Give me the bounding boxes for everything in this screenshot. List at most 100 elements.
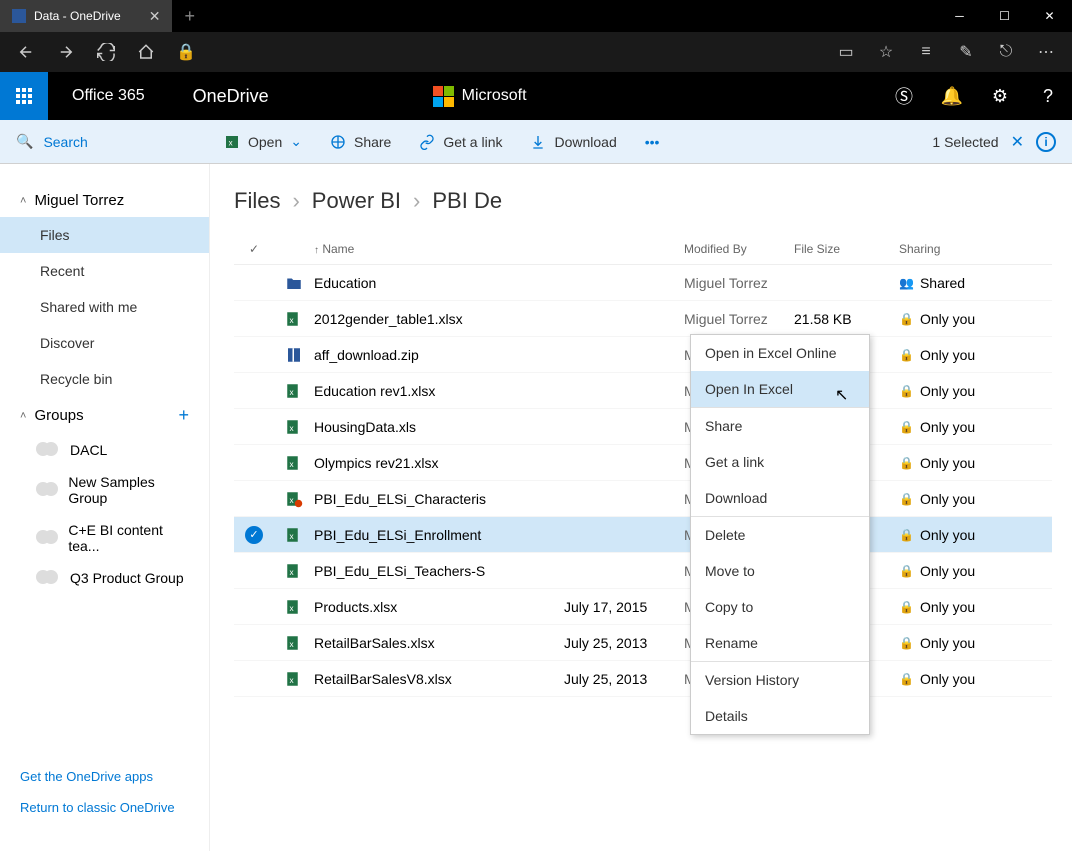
tab-close-icon[interactable]: ✕ (149, 8, 161, 25)
column-header-modified[interactable] (564, 242, 684, 256)
people-icon: 👥 (899, 276, 914, 290)
share-button[interactable]: Share (316, 120, 405, 164)
forward-button[interactable] (48, 34, 84, 70)
table-row[interactable]: xEducation rev1.xlsxMiguel Torrez32.75 M… (234, 373, 1052, 409)
sidebar-group-item[interactable]: Q3 Product Group (0, 562, 209, 594)
app-name-label[interactable]: OneDrive (169, 86, 293, 107)
table-row[interactable]: xRetailBarSales.xlsxJuly 25, 2013Miguel … (234, 625, 1052, 661)
file-name[interactable]: aff_download.zip (314, 347, 564, 363)
back-button[interactable] (8, 34, 44, 70)
sidebar-item[interactable]: Shared with me (0, 289, 209, 325)
table-row[interactable]: xProducts.xlsxJuly 17, 2015Miguel Torrez… (234, 589, 1052, 625)
breadcrumb-item[interactable]: Power BI (312, 188, 401, 214)
sidebar-user-header[interactable]: ˄ Miguel Torrez (0, 184, 209, 217)
file-name[interactable]: Products.xlsx (314, 599, 564, 615)
row-checkbox[interactable]: ✓ (234, 526, 274, 544)
column-header-sharing[interactable]: Sharing (899, 242, 1052, 256)
table-row[interactable]: xPBI_Edu_ELSi_CharacterisMiguel Torrez1.… (234, 481, 1052, 517)
table-row[interactable]: aff_download.zipMiguel Torrez1.5 MB🔒 Onl… (234, 337, 1052, 373)
open-button[interactable]: x Open ⌄ (210, 120, 316, 164)
share-browser-icon[interactable]: ⎋ (988, 34, 1024, 70)
sidebar-group-item[interactable]: DACL (0, 434, 209, 466)
more-commands-button[interactable]: ••• (631, 120, 674, 164)
sidebar-item[interactable]: Recent (0, 253, 209, 289)
file-name[interactable]: PBI_Edu_ELSi_Characteris (314, 491, 564, 507)
settings-gear-icon[interactable]: ⚙ (976, 72, 1024, 120)
favorite-icon[interactable]: ☆ (868, 34, 904, 70)
table-row[interactable]: x2012gender_table1.xlsxMiguel Torrez21.5… (234, 301, 1052, 337)
home-button[interactable] (128, 34, 164, 70)
table-row[interactable]: xRetailBarSalesV8.xlsxJuly 25, 2013Migue… (234, 661, 1052, 697)
skype-icon[interactable]: Ⓢ (880, 72, 928, 120)
getlink-button[interactable]: Get a link (405, 120, 516, 164)
sidebar-item[interactable]: Recycle bin (0, 361, 209, 397)
minimize-button[interactable]: ─ (937, 0, 982, 32)
table-row[interactable]: xHousingData.xlsMiguel Torrez1.6 MB🔒 Onl… (234, 409, 1052, 445)
notifications-icon[interactable]: 🔔 (928, 72, 976, 120)
file-name[interactable]: RetailBarSales.xlsx (314, 635, 564, 651)
sidebar-item[interactable]: Discover (0, 325, 209, 361)
context-menu-item[interactable]: Download (691, 480, 869, 516)
search-input[interactable]: 🔍 Search (0, 120, 210, 164)
hub-icon[interactable]: ≡ (908, 34, 944, 70)
column-header-modifiedby[interactable]: Modified By (684, 242, 794, 256)
context-menu-item[interactable]: Move to (691, 553, 869, 589)
clear-selection-button[interactable]: ✕ (1011, 132, 1024, 152)
context-menu-item[interactable]: Share (691, 408, 869, 444)
lock-icon: 🔒 (899, 456, 914, 470)
context-menu-item[interactable]: Rename (691, 625, 869, 661)
context-menu-item[interactable]: Details (691, 698, 869, 734)
maximize-button[interactable]: ☐ (982, 0, 1027, 32)
context-menu-item[interactable]: Version History (691, 662, 869, 698)
context-menu-item[interactable]: Open In Excel (691, 371, 869, 407)
reading-view-icon[interactable]: ▭ (828, 34, 864, 70)
brand-label[interactable]: Office 365 (48, 87, 169, 105)
file-name[interactable]: Education (314, 275, 564, 291)
get-apps-link[interactable]: Get the OneDrive apps (20, 769, 190, 784)
classic-onedrive-link[interactable]: Return to classic OneDrive (20, 800, 190, 815)
table-row[interactable]: ✓xPBI_Edu_ELSi_EnrollmentMiguel Torrez3.… (234, 517, 1052, 553)
file-name[interactable]: HousingData.xls (314, 419, 564, 435)
sidebar-item[interactable]: Files (0, 217, 209, 253)
context-menu-item[interactable]: Delete (691, 517, 869, 553)
file-name[interactable]: 2012gender_table1.xlsx (314, 311, 564, 327)
address-bar[interactable]: 🔒 (168, 42, 824, 62)
file-modified: July 25, 2013 (564, 671, 684, 687)
notes-icon[interactable]: ✎ (948, 34, 984, 70)
file-name[interactable]: PBI_Edu_ELSi_Teachers-S (314, 563, 564, 579)
close-window-button[interactable]: ✕ (1027, 0, 1072, 32)
window-titlebar: Data - OneDrive ✕ + ─ ☐ ✕ (0, 0, 1072, 32)
more-browser-icon[interactable]: ⋯ (1028, 34, 1064, 70)
table-row[interactable]: xPBI_Edu_ELSi_Teachers-SMiguel Torrez2.6… (234, 553, 1052, 589)
file-modified-by: Miguel Torrez (684, 311, 794, 327)
sidebar-group-item[interactable]: New Samples Group (0, 466, 209, 514)
refresh-button[interactable] (88, 34, 124, 70)
context-menu-item[interactable]: Get a link (691, 444, 869, 480)
sidebar-groups-header[interactable]: ˄ Groups + (0, 397, 209, 434)
column-header-size[interactable]: File Size (794, 242, 899, 256)
table-row[interactable]: EducationMiguel Torrez👥 Shared (234, 265, 1052, 301)
lock-icon: 🔒 (899, 384, 914, 398)
context-menu-item[interactable]: Copy to (691, 589, 869, 625)
table-row[interactable]: xOlympics rev21.xlsxMiguel Torrez2.84 MB… (234, 445, 1052, 481)
column-header-name[interactable]: ↑ Name (314, 242, 564, 256)
sidebar-groups-label: Groups (34, 407, 83, 424)
help-icon[interactable]: ? (1024, 72, 1072, 120)
file-name[interactable]: Education rev1.xlsx (314, 383, 564, 399)
add-group-button[interactable]: + (178, 405, 189, 426)
details-pane-button[interactable]: i (1036, 132, 1056, 152)
group-label: DACL (70, 442, 107, 458)
check-icon: ✓ (245, 526, 263, 544)
file-name[interactable]: PBI_Edu_ELSi_Enrollment (314, 527, 564, 543)
file-name[interactable]: Olympics rev21.xlsx (314, 455, 564, 471)
file-name[interactable]: RetailBarSalesV8.xlsx (314, 671, 564, 687)
app-launcher-button[interactable] (0, 72, 48, 120)
breadcrumb-item[interactable]: Files (234, 188, 280, 214)
download-button[interactable]: Download (516, 120, 630, 164)
browser-tab[interactable]: Data - OneDrive ✕ (0, 0, 172, 32)
new-tab-button[interactable]: + (172, 6, 207, 27)
sidebar-group-item[interactable]: C+E BI content tea... (0, 514, 209, 562)
context-menu-item[interactable]: Open in Excel Online (691, 335, 869, 371)
breadcrumb-item[interactable]: PBI De (432, 188, 502, 214)
select-all-checkbox[interactable]: ✓ (234, 242, 274, 256)
